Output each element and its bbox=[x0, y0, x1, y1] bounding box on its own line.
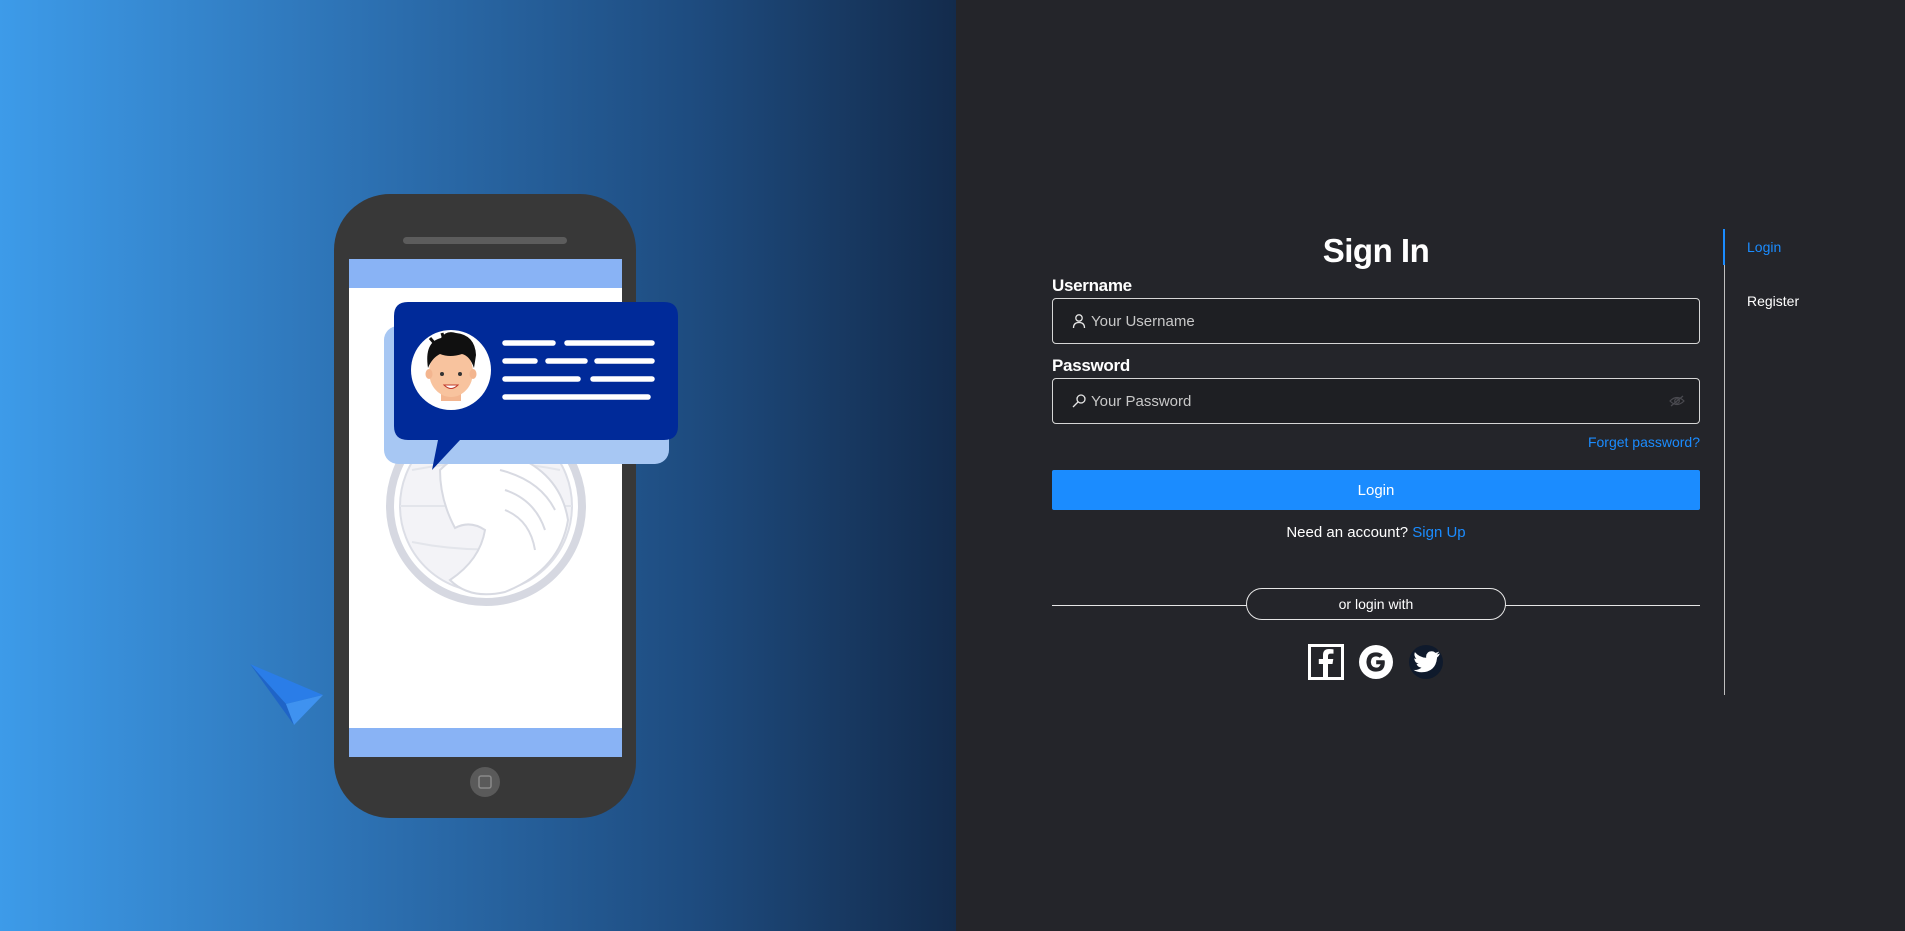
forgot-row: Forget password? bbox=[1052, 434, 1700, 456]
password-input[interactable] bbox=[1091, 379, 1651, 423]
hero-illustration bbox=[0, 0, 956, 931]
side-nav: Login Register bbox=[1723, 229, 1845, 695]
phone-home-button bbox=[470, 767, 500, 797]
login-button[interactable]: Login bbox=[1052, 470, 1700, 510]
twitter-icon[interactable] bbox=[1408, 644, 1444, 680]
avatar bbox=[411, 330, 491, 410]
phone-chat-illustration bbox=[250, 194, 678, 818]
paper-plane-icon bbox=[250, 664, 323, 725]
page-title: Sign In bbox=[1322, 232, 1430, 269]
page: Sign In Username Password bbox=[0, 0, 1905, 931]
password-label: Password bbox=[1052, 356, 1130, 375]
google-icon[interactable] bbox=[1358, 644, 1394, 680]
username-field-wrapper bbox=[1052, 298, 1700, 344]
forgot-password-link[interactable]: Forget password? bbox=[1588, 434, 1700, 450]
phone-speaker bbox=[403, 237, 567, 244]
signin-panel: Sign In Username Password bbox=[956, 0, 1905, 931]
sidenav-item-register[interactable]: Register bbox=[1725, 283, 1845, 319]
need-account-row: Need an account? Sign Up bbox=[1052, 523, 1700, 543]
signin-form: Sign In Username Password bbox=[1052, 228, 1700, 680]
social-divider: or login with bbox=[1052, 588, 1700, 622]
key-icon bbox=[1072, 394, 1086, 408]
screen-top-bar bbox=[349, 259, 622, 288]
password-field-wrapper bbox=[1052, 378, 1700, 424]
user-icon bbox=[1072, 314, 1086, 329]
username-input[interactable] bbox=[1091, 299, 1651, 343]
divider-pill: or login with bbox=[1246, 588, 1506, 620]
username-label: Username bbox=[1052, 276, 1132, 295]
eye-toggle-icon[interactable] bbox=[1669, 394, 1685, 408]
need-account-text: Need an account? bbox=[1286, 524, 1409, 541]
sidenav-item-login[interactable]: Login bbox=[1723, 229, 1843, 265]
screen-bottom-bar bbox=[349, 728, 622, 757]
signup-link[interactable]: Sign Up bbox=[1412, 524, 1465, 541]
facebook-icon[interactable] bbox=[1308, 644, 1344, 680]
social-login-row bbox=[1052, 644, 1700, 680]
